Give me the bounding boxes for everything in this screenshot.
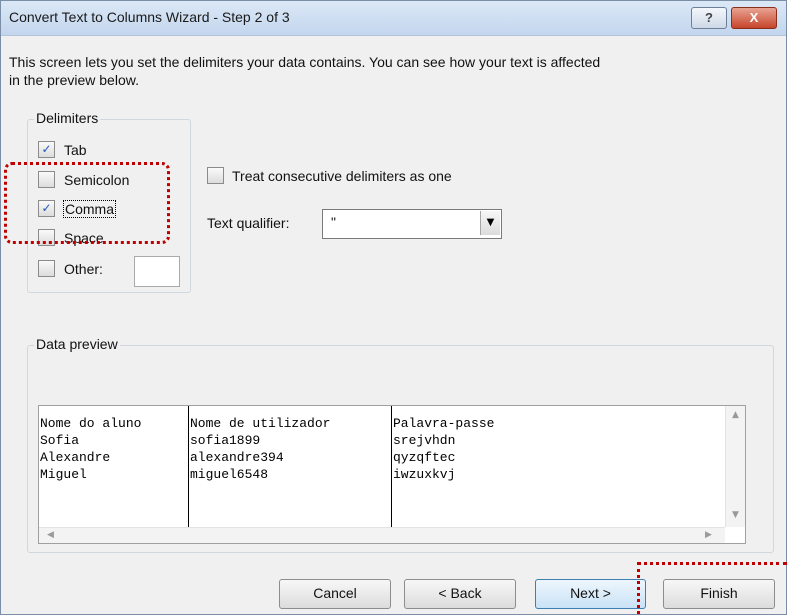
tab-check-icon: ✓ bbox=[41, 142, 52, 156]
next-button[interactable]: Next > bbox=[535, 579, 646, 609]
title-bar[interactable]: Convert Text to Columns Wizard - Step 2 … bbox=[1, 1, 786, 36]
treat-consecutive-checkbox[interactable] bbox=[207, 167, 224, 184]
column-divider bbox=[188, 406, 189, 527]
dropdown-arrow-icon[interactable]: ▼ bbox=[480, 211, 500, 235]
intro-line-1: This screen lets you set the delimiters … bbox=[9, 54, 601, 70]
preview-cell: srejvhdn bbox=[393, 433, 456, 448]
cancel-button[interactable]: Cancel bbox=[279, 579, 391, 609]
text-qualifier-value: " bbox=[331, 214, 336, 230]
data-preview-legend: Data preview bbox=[34, 336, 120, 352]
intro-line-2: in the preview below. bbox=[9, 72, 139, 88]
close-button[interactable]: X bbox=[731, 7, 777, 29]
wizard-window: Convert Text to Columns Wizard - Step 2 … bbox=[0, 0, 787, 615]
horizontal-scrollbar[interactable]: ◀ ▶ bbox=[39, 527, 725, 543]
tab-checkbox[interactable]: ✓ bbox=[38, 141, 55, 158]
preview-cell: sofia1899 bbox=[190, 433, 261, 448]
text-qualifier-select[interactable]: " ▼ bbox=[322, 209, 502, 239]
annotation-delimiters-highlight bbox=[4, 162, 170, 244]
column-divider bbox=[391, 406, 392, 527]
annotation-line-horizontal bbox=[637, 562, 787, 565]
preview-cell: Miguel bbox=[40, 467, 87, 482]
intro-text: This screen lets you set the delimiters … bbox=[9, 53, 779, 89]
preview-cell: iwzuxkvj bbox=[393, 467, 456, 482]
scroll-up-icon[interactable]: ▲ bbox=[732, 410, 739, 420]
preview-cell: qyzqftec bbox=[393, 450, 456, 465]
help-button[interactable]: ? bbox=[691, 7, 727, 29]
preview-cell: Sofia bbox=[40, 433, 80, 448]
other-delimiter-input[interactable] bbox=[134, 256, 180, 287]
scroll-right-icon[interactable]: ▶ bbox=[705, 530, 712, 540]
treat-consecutive-label[interactable]: Treat consecutive delimiters as one bbox=[232, 168, 452, 184]
back-button[interactable]: < Back bbox=[404, 579, 516, 609]
preview-cell: alexandre394 bbox=[190, 450, 284, 465]
preview-cell: Alexandre bbox=[40, 450, 111, 465]
other-checkbox[interactable] bbox=[38, 260, 55, 277]
delimiters-legend: Delimiters bbox=[34, 110, 101, 126]
data-preview-grid[interactable]: Nome do aluno Nome de utilizador Palavra… bbox=[38, 405, 746, 544]
annotation-line-vertical bbox=[637, 562, 640, 614]
finish-button[interactable]: Finish bbox=[663, 579, 775, 609]
scroll-left-icon[interactable]: ◀ bbox=[47, 530, 54, 540]
window-title: Convert Text to Columns Wizard - Step 2 … bbox=[9, 9, 290, 25]
preview-cell: Nome de utilizador bbox=[190, 416, 331, 431]
vertical-scrollbar[interactable]: ▲ ▼ bbox=[725, 406, 745, 527]
tab-label[interactable]: Tab bbox=[64, 142, 87, 158]
scroll-down-icon[interactable]: ▼ bbox=[732, 510, 739, 520]
preview-cell: miguel6548 bbox=[190, 467, 269, 482]
other-label[interactable]: Other: bbox=[64, 261, 103, 277]
preview-cell: Nome do aluno bbox=[40, 416, 142, 431]
preview-cell: Palavra-passe bbox=[393, 416, 495, 431]
text-qualifier-label: Text qualifier: bbox=[207, 215, 290, 231]
